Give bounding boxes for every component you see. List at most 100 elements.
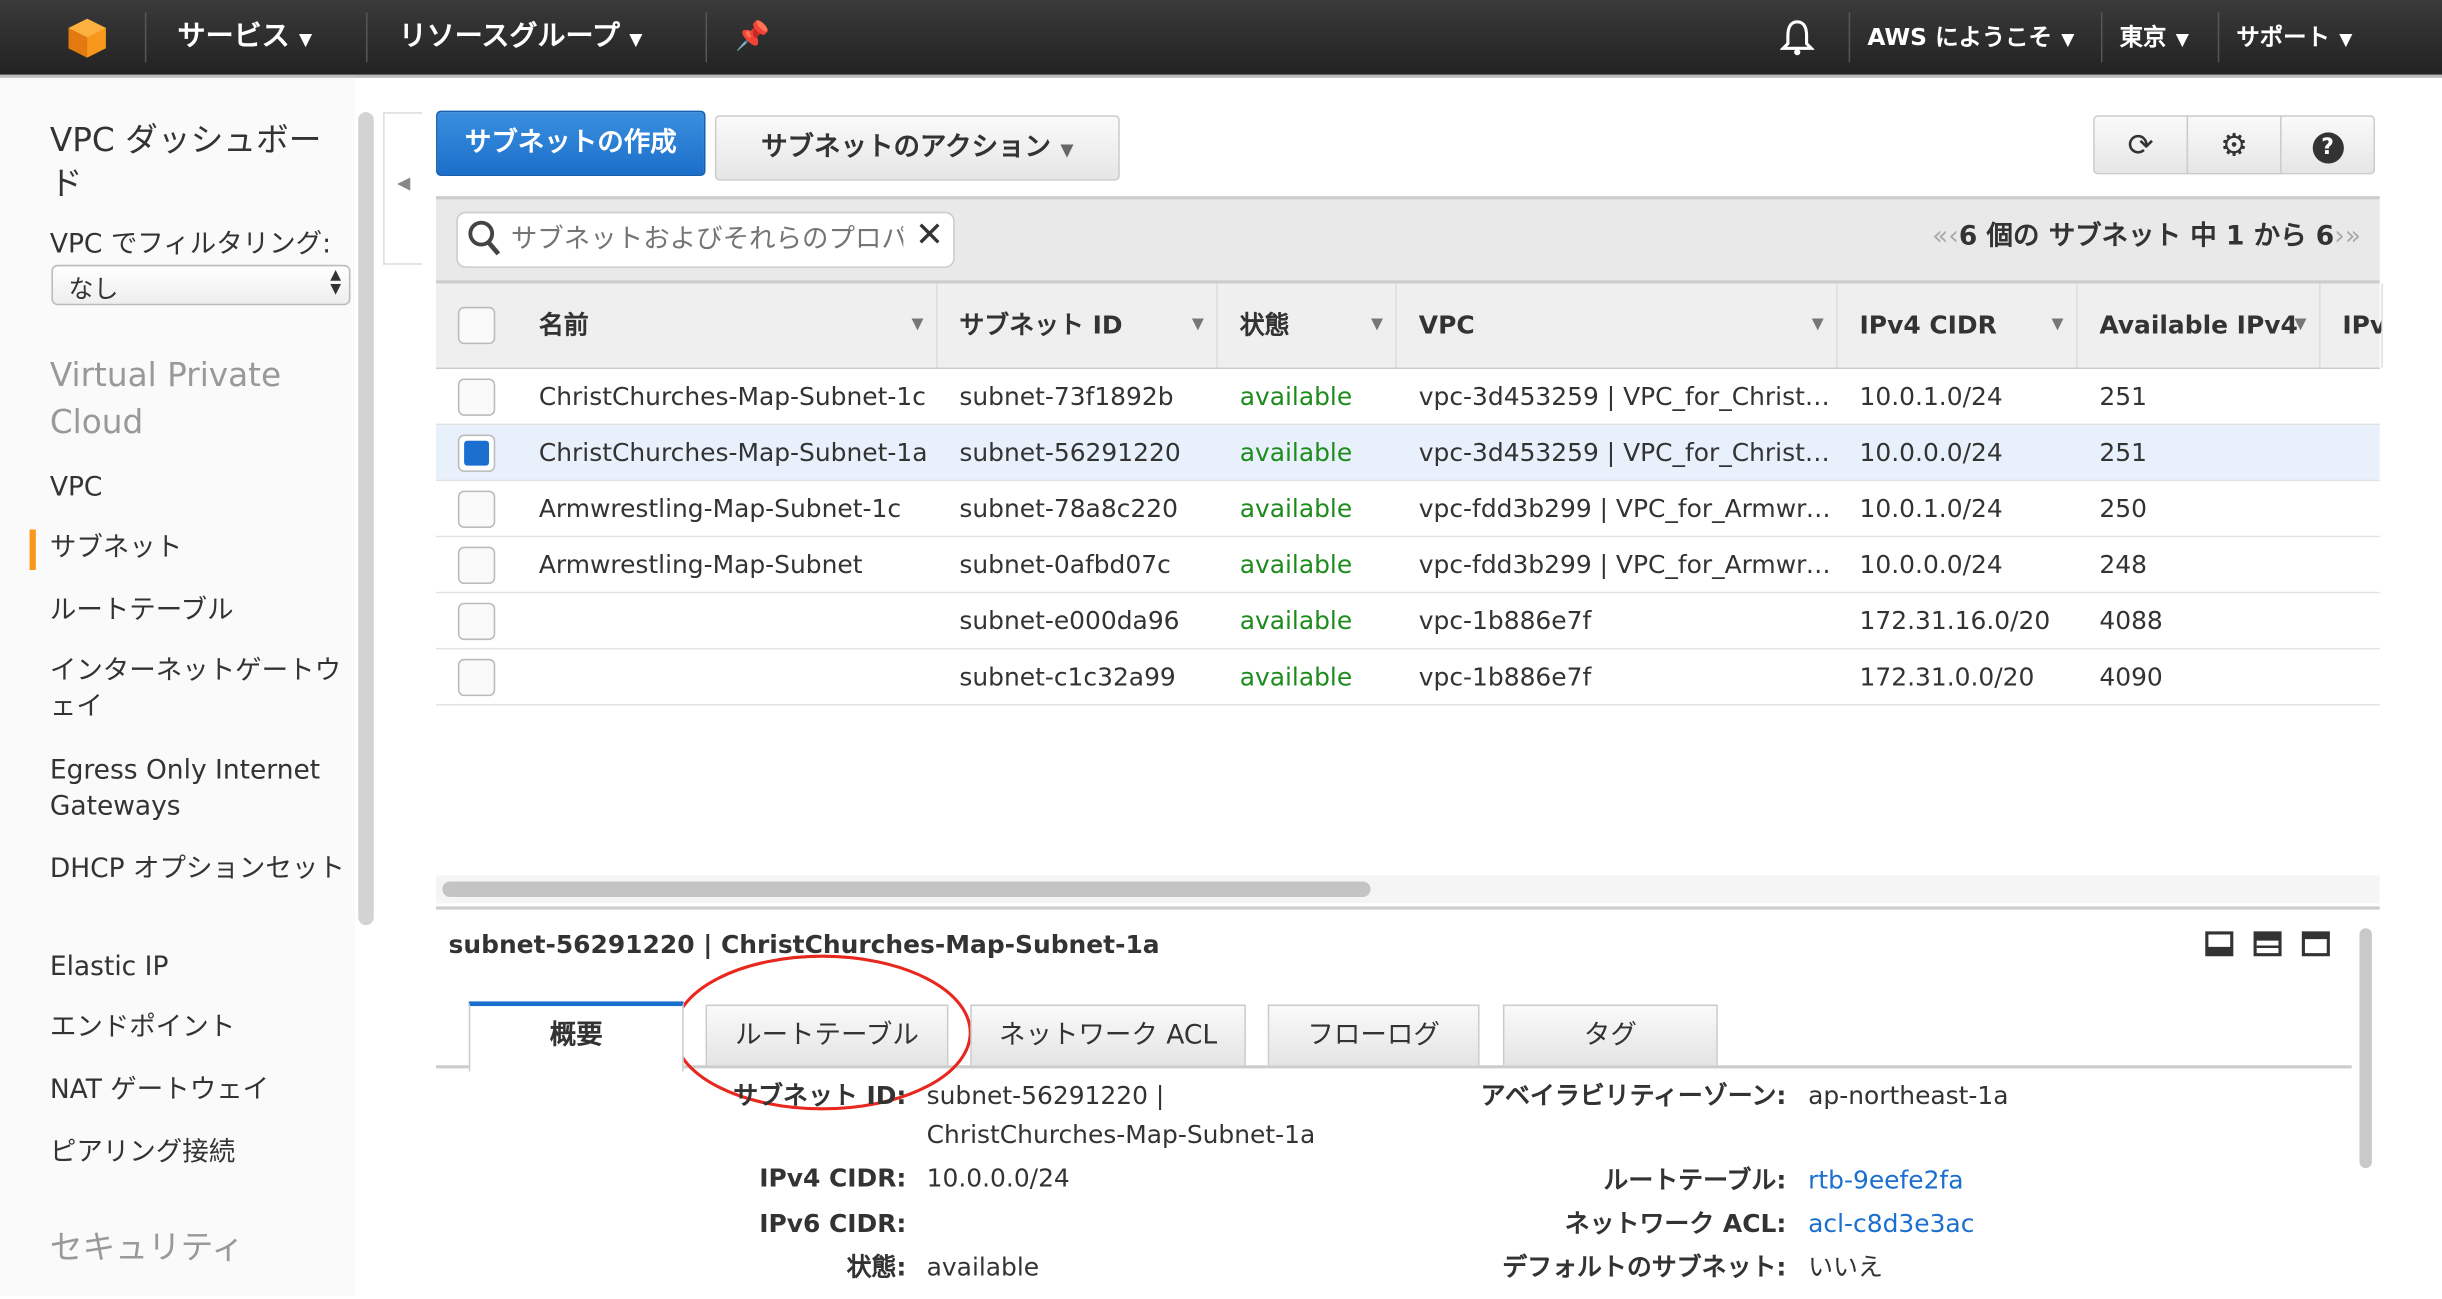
- row-checkbox[interactable]: [457, 658, 496, 697]
- column-header[interactable]: 名前 ▼: [517, 283, 938, 368]
- cell-id: subnet-e000da96: [959, 605, 1180, 636]
- tab-2[interactable]: ネットワーク ACL: [970, 1004, 1246, 1066]
- pane-bottom-icon[interactable]: [2205, 931, 2234, 957]
- support-label: サポート: [2236, 23, 2330, 52]
- detail-value: available: [926, 1252, 1040, 1282]
- sort-icon[interactable]: ▼: [2052, 283, 2064, 367]
- table-header: 名前 ▼ サブネット ID ▼ 状態 ▼ VPC ▼ IPv4 CIDR ▼ Available I…: [436, 283, 2383, 370]
- bell-icon[interactable]: [1779, 0, 1816, 75]
- sort-icon[interactable]: ▼: [1371, 283, 1383, 367]
- column-header[interactable]: Available IPv4 ▼: [2078, 283, 2321, 368]
- cell-name: ChristChurches-Map-Subnet-1c: [538, 381, 926, 412]
- cell-cidr: 10.0.1.0/24: [1859, 493, 2003, 524]
- detail-label: ネットワーク ACL:: [1564, 1208, 1787, 1239]
- subnet-actions-button[interactable]: サブネットのアクション ▼: [714, 115, 1120, 181]
- sidebar-item[interactable]: ルートテーブル: [50, 593, 346, 629]
- sidebar-dashboard-link[interactable]: VPC ダッシュボード: [50, 118, 346, 205]
- cell-state: available: [1239, 493, 1353, 524]
- services-label: サービス: [177, 20, 290, 53]
- cell-avail: 4090: [2099, 661, 2163, 692]
- cell-cidr: 10.0.1.0/24: [1859, 381, 2003, 412]
- chevron-down-icon: ▼: [629, 29, 643, 50]
- detail-value: ChristChurches-Map-Subnet-1a: [926, 1119, 1316, 1150]
- detail-link[interactable]: rtb-9eefe2fa: [1808, 1162, 1963, 1199]
- clear-search-icon[interactable]: ✕: [915, 216, 944, 255]
- row-checkbox[interactable]: [457, 378, 496, 416]
- sort-icon[interactable]: ▼: [1192, 283, 1204, 367]
- gear-icon[interactable]: ⚙: [2186, 115, 2282, 175]
- sidebar-scrollbar[interactable]: [358, 112, 374, 926]
- create-subnet-button[interactable]: サブネットの作成: [436, 110, 706, 176]
- sidebar-item[interactable]: エンドポイント: [50, 1011, 346, 1047]
- pin-icon[interactable]: 📌: [735, 0, 770, 75]
- resource-groups-menu[interactable]: リソースグループ ▼: [399, 0, 643, 75]
- detail-label: アベイラビリティーゾーン:: [1480, 1080, 1787, 1111]
- cell-vpc: vpc-1b886e7f: [1418, 605, 1592, 636]
- cell-name: Armwrestling-Map-Subnet-1c: [538, 493, 902, 524]
- detail-scrollbar[interactable]: [2359, 928, 2372, 1169]
- column-header[interactable]: IPv: [2321, 283, 2383, 368]
- table-row[interactable]: ChristChurches-Map-Subnet-1c subnet-73f18…: [436, 369, 2380, 426]
- sidebar-item[interactable]: NAT ゲートウェイ: [50, 1073, 346, 1109]
- support-menu[interactable]: サポート ▼: [2236, 0, 2352, 75]
- select-all-checkbox[interactable]: [457, 306, 496, 345]
- detail-label: サブネット ID:: [733, 1080, 907, 1111]
- help-icon[interactable]: ?: [2280, 115, 2376, 175]
- search-input[interactable]: [507, 219, 907, 261]
- tab-0[interactable]: 概要: [468, 1001, 684, 1072]
- search-box[interactable]: ✕: [456, 211, 955, 268]
- pane-top-icon[interactable]: [2301, 931, 2330, 957]
- cell-state: available: [1239, 437, 1353, 468]
- vpc-filter-select[interactable]: なし ▲ ▼: [51, 264, 351, 306]
- table-row[interactable]: subnet-e000da96 available vpc-1b886e7f 172.…: [436, 593, 2380, 650]
- aws-cube-icon[interactable]: [65, 16, 109, 66]
- collapse-sidebar-button[interactable]: ◀: [383, 112, 423, 265]
- services-menu[interactable]: サービス ▼: [178, 0, 313, 75]
- sidebar-item[interactable]: サブネット: [50, 531, 346, 567]
- column-header-label: 名前: [538, 309, 589, 340]
- detail-label: ルートテーブル:: [1603, 1164, 1787, 1195]
- first-page-icon[interactable]: «‹: [1932, 221, 1959, 252]
- pane-middle-icon[interactable]: [2253, 931, 2282, 957]
- tab-4[interactable]: タグ: [1502, 1004, 1718, 1066]
- tab-1[interactable]: ルートテーブル: [705, 1004, 949, 1066]
- cell-state: available: [1239, 605, 1353, 636]
- account-label: AWS にようこそ: [1867, 23, 2052, 52]
- sort-icon[interactable]: ▼: [1812, 283, 1824, 367]
- cell-id: subnet-0afbd07c: [959, 549, 1171, 580]
- sidebar-item[interactable]: Elastic IP: [50, 950, 346, 986]
- sidebar-item[interactable]: DHCP オプションセット: [50, 852, 346, 888]
- sidebar-item[interactable]: Egress Only Internet Gateways: [50, 754, 346, 826]
- sidebar-item[interactable]: ピアリング接続: [50, 1135, 346, 1171]
- horizontal-scrollbar[interactable]: [442, 881, 1371, 898]
- sidebar-section-vpc: Virtual Private Cloud: [49, 356, 282, 441]
- table-row[interactable]: Armwrestling-Map-Subnet subnet-0afbd07c av…: [436, 537, 2380, 594]
- detail-link[interactable]: acl-c8d3e3ac: [1808, 1205, 1974, 1242]
- column-header[interactable]: VPC ▼: [1397, 283, 1838, 368]
- sort-icon[interactable]: ▼: [2295, 283, 2307, 367]
- chevron-down-icon: ▼: [2339, 29, 2353, 50]
- table-row[interactable]: subnet-c1c32a99 available vpc-1b886e7f 172.…: [436, 649, 2380, 706]
- sort-icon[interactable]: ▼: [912, 283, 924, 367]
- tab-3[interactable]: フローログ: [1267, 1004, 1480, 1066]
- row-checkbox[interactable]: [457, 602, 496, 641]
- sidebar-item[interactable]: VPC: [50, 470, 346, 506]
- row-checkbox[interactable]: [457, 546, 496, 585]
- refresh-icon[interactable]: ⟳: [2093, 115, 2189, 175]
- region-label: 東京: [2119, 23, 2167, 52]
- sidebar-item[interactable]: インターネットゲートウェイ: [50, 654, 346, 726]
- row-checkbox[interactable]: [457, 434, 496, 472]
- row-checkbox[interactable]: [457, 490, 496, 528]
- column-header[interactable]: サブネット ID ▼: [938, 283, 1218, 368]
- chevron-down-icon: ▼: [1060, 140, 1074, 161]
- column-header[interactable]: 状態 ▼: [1218, 283, 1397, 368]
- column-header[interactable]: IPv4 CIDR ▼: [1838, 283, 2078, 368]
- last-page-icon[interactable]: ›»: [2334, 221, 2361, 252]
- account-menu[interactable]: AWS にようこそ ▼: [1867, 0, 2074, 75]
- cell-id: subnet-56291220: [959, 437, 1181, 468]
- sidebar-section-security: セキュリティ: [49, 1228, 245, 1267]
- cell-vpc: vpc-1b886e7f: [1418, 661, 1592, 692]
- table-row[interactable]: ChristChurches-Map-Subnet-1a subnet-56291…: [436, 425, 2380, 482]
- table-row[interactable]: Armwrestling-Map-Subnet-1c subnet-78a8c22…: [436, 481, 2380, 538]
- region-menu[interactable]: 東京 ▼: [2120, 0, 2189, 75]
